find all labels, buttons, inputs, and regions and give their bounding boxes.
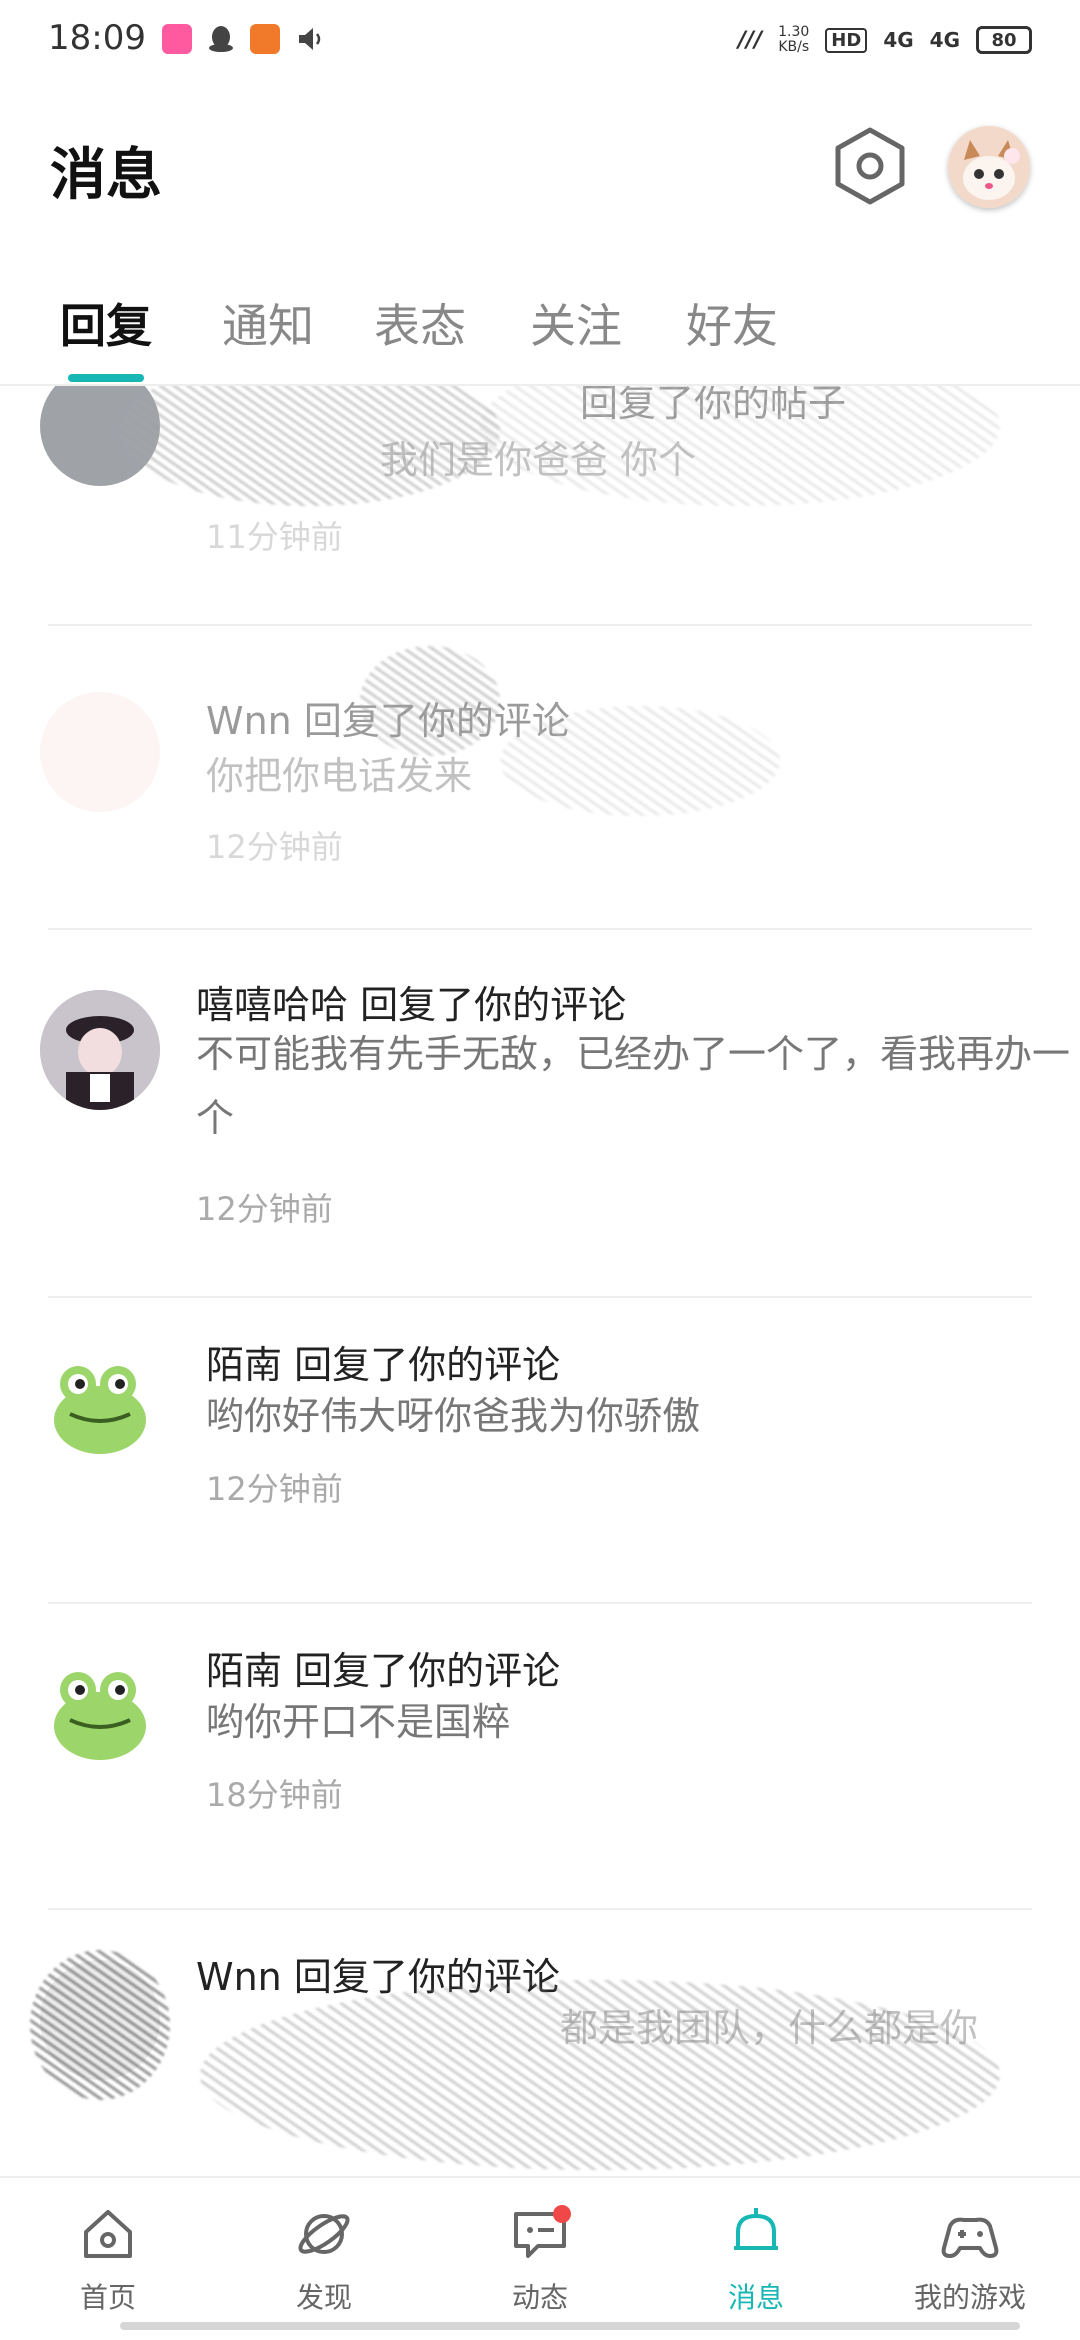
signal-2: 4G (929, 28, 960, 52)
message-body: 哟你好伟大呀你爸我为你骄傲 (206, 1394, 701, 1438)
net-speed-value: 1.30 (778, 24, 810, 40)
nav-messages[interactable]: 消息 (676, 2202, 836, 2316)
nav-feed-label: 动态 (511, 2281, 568, 2314)
redaction-scribble (360, 646, 500, 756)
frog-avatar-icon (54, 1672, 146, 1760)
cat-avatar-icon (948, 126, 1030, 208)
active-tab-indicator (68, 374, 144, 382)
nav-messages-label: 消息 (727, 2281, 784, 2314)
signal-1: 4G (883, 28, 914, 52)
tab-reactions[interactable]: 表态 (374, 290, 466, 356)
message-body: 哟你开口不是国粹 (206, 1700, 511, 1744)
status-right-cluster: /// 1.30 KB/s HD 4G 4G 80 (738, 20, 1032, 60)
tab-following[interactable]: 关注 (530, 290, 622, 356)
message-list[interactable]: 回复了你的帖子 我们是你爸爸 你个 11分钟前 Wnn 回复了你的评论 你把你电… (0, 386, 1080, 2176)
hexagon-gear-icon (835, 127, 905, 205)
anime-girl-avatar-icon (40, 990, 160, 1110)
speaker-icon (296, 24, 326, 54)
nav-home-label: 首页 (79, 2281, 136, 2314)
message-item[interactable]: 陌南 回复了你的评论 哟你好伟大呀你爸我为你骄傲 12分钟前 (0, 1298, 1080, 1602)
nav-discover[interactable]: 发现 (244, 2202, 404, 2316)
message-time: 11分钟前 (206, 518, 343, 556)
user-avatar[interactable] (948, 126, 1030, 208)
message-time: 12分钟前 (196, 1190, 333, 1228)
battery-level: 80 (991, 29, 1017, 51)
game-app-icon (250, 24, 280, 54)
sender-avatar[interactable] (40, 990, 160, 1110)
settings-button[interactable] (832, 126, 908, 206)
message-time: 18分钟前 (206, 1776, 343, 1814)
message-item[interactable]: Wnn 回复了你的评论 你把你电话发来 12分钟前 (0, 626, 1080, 926)
message-title: 陌南 回复了你的评论 (206, 1343, 561, 1387)
tab-reply[interactable]: 回复 (60, 290, 152, 356)
message-item[interactable]: 陌南 回复了你的评论 哟你开口不是国粹 18分钟前 (0, 1604, 1080, 1908)
hd-badge: HD (825, 27, 868, 53)
network-activity-icon: /// (738, 27, 763, 53)
nav-my-games[interactable]: 我的游戏 (890, 2202, 1050, 2316)
planet-icon (298, 2214, 350, 2254)
message-body: 不可能我有先手无敌，已经办了一个了，看我再办一个 (196, 1032, 1071, 1140)
redaction-scribble (200, 1980, 1000, 2170)
tab-notifications[interactable]: 通知 (222, 290, 314, 356)
redaction-scribble (500, 706, 780, 816)
sender-avatar[interactable] (40, 692, 160, 812)
gamepad-icon (941, 2217, 999, 2258)
frog-avatar-icon (54, 1366, 146, 1454)
qq-icon (206, 24, 236, 54)
home-indicator[interactable] (120, 2322, 1020, 2330)
message-tabs: 回复 通知 表态 关注 好友 (0, 270, 1080, 386)
message-time: 12分钟前 (206, 828, 343, 866)
home-icon (84, 2210, 132, 2258)
nav-home[interactable]: 首页 (28, 2202, 188, 2316)
net-speed: 1.30 KB/s (778, 25, 809, 55)
message-time: 12分钟前 (206, 1470, 343, 1508)
bottom-navigation: 首页 发现 动态 消息 我的游戏 (0, 2176, 1080, 2340)
status-bar: 18:09 /// 1.30 KB/s HD 4G 4G 80 (0, 0, 1080, 80)
message-item[interactable]: 回复了你的帖子 我们是你爸爸 你个 11分钟前 (0, 386, 1080, 588)
tab-friends[interactable]: 好友 (686, 290, 778, 356)
app-notification-icon (162, 24, 192, 54)
message-item[interactable]: 嘻嘻哈哈 回复了你的评论 不可能我有先手无敌，已经办了一个了，看我再办一个 12… (0, 930, 1080, 1296)
chat-bubble-icon (514, 2205, 571, 2258)
message-item[interactable]: Wnn 回复了你的评论 都是我团队，什么都是你 (0, 1910, 1080, 2176)
nav-feed[interactable]: 动态 (460, 2202, 620, 2316)
nav-my-games-label: 我的游戏 (913, 2281, 1026, 2314)
nav-discover-label: 发现 (295, 2281, 352, 2314)
bell-icon (734, 2208, 778, 2250)
sender-avatar[interactable] (40, 1654, 160, 1774)
page-title: 消息 (50, 143, 162, 208)
net-speed-unit: KB/s (778, 39, 810, 55)
message-title: 嘻嘻哈哈 回复了你的评论 (196, 983, 627, 1027)
redaction-scribble (30, 1950, 170, 2100)
battery-icon: 80 (976, 26, 1032, 54)
notification-badge (553, 2205, 571, 2223)
message-title: 陌南 回复了你的评论 (206, 1649, 561, 1693)
status-time: 18:09 (48, 18, 146, 58)
sender-avatar[interactable] (40, 1348, 160, 1468)
